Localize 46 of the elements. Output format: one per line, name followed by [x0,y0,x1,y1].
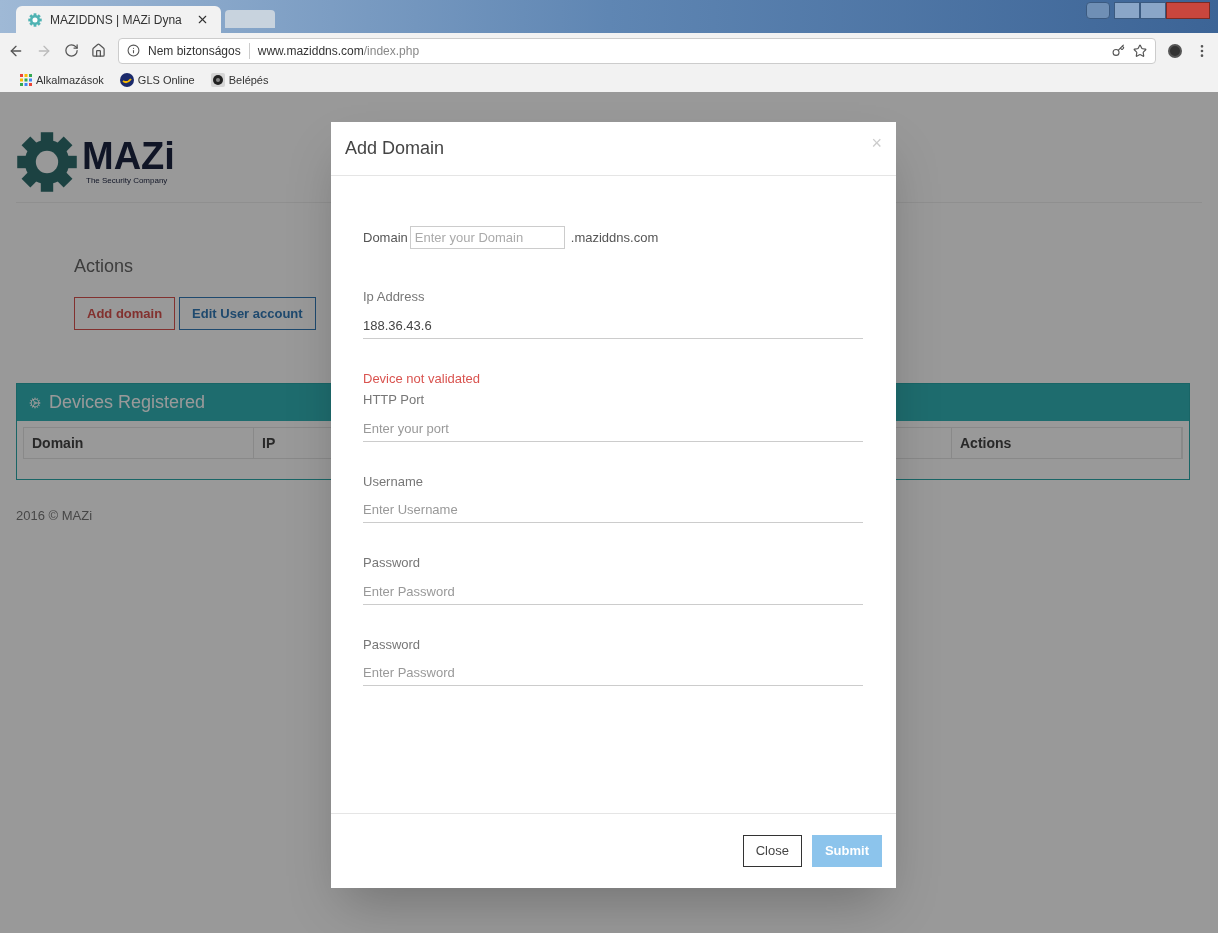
input-field[interactable]: Enter Password [363,660,863,686]
footer-text: 2016 © MAZi [16,507,93,525]
home-icon[interactable] [91,43,106,58]
field-label: Username [363,472,424,491]
info-icon [127,44,140,57]
reload-icon[interactable] [64,43,79,58]
dialog-button[interactable]: Close [742,835,802,867]
panel-title: Devices Registered [49,391,206,414]
close-icon[interactable] [196,13,209,26]
browser-tab[interactable]: MAZIDDNS | MAZi Dyna [16,6,221,33]
input-field[interactable]: Enter your port [363,415,863,442]
input-field[interactable]: Enter Password [363,578,863,605]
dialog-title: Add Domain [345,137,445,160]
url-text: www.maziddns.com/index.php [257,42,420,60]
input-field[interactable]: 188.36.43.6 [363,312,863,339]
logo-wordmark: MAZi [82,136,175,175]
gear-logo-icon [16,130,78,193]
address-field[interactable]: Nem biztonságos www.maziddns.com/index.php [118,37,1156,64]
column-header: Domain [24,428,254,458]
tab-title: MAZIDDNS | MAZi Dyna [50,11,182,29]
field-label: HTTP Port [363,391,426,409]
bookmark[interactable]: Alkalmazások [16,71,108,89]
round-logo-icon [210,73,225,87]
maximize-button[interactable] [1140,2,1166,19]
minimize-button[interactable] [1114,2,1140,19]
star-icon[interactable] [1133,43,1147,58]
section-title: Actions [74,255,135,278]
bookmark[interactable]: GLS Online [115,71,199,89]
extension-icon[interactable] [1168,43,1182,58]
column-header: Actions [952,428,1182,458]
domain-field[interactable]: Enter your Domain [409,226,565,249]
input-field[interactable]: Enter Username [363,497,863,523]
error-message: Device not validated [363,369,482,388]
domain-suffix: .maziddns.com [570,228,659,247]
security-label: Nem biztonságos [148,42,241,60]
logo-tagline: The Security Company [86,174,169,187]
bookmark[interactable]: Belépés [206,71,273,89]
apps-grid-icon [20,74,32,86]
circle-logo-icon [119,73,134,87]
field-label: Ip Address [363,288,426,306]
gear-icon [28,12,42,27]
key-icon[interactable] [1112,44,1125,57]
gear-icon [29,396,41,409]
field-label: Password [363,635,422,654]
field-label: Domain [363,228,408,247]
field-label: Password [363,554,422,572]
